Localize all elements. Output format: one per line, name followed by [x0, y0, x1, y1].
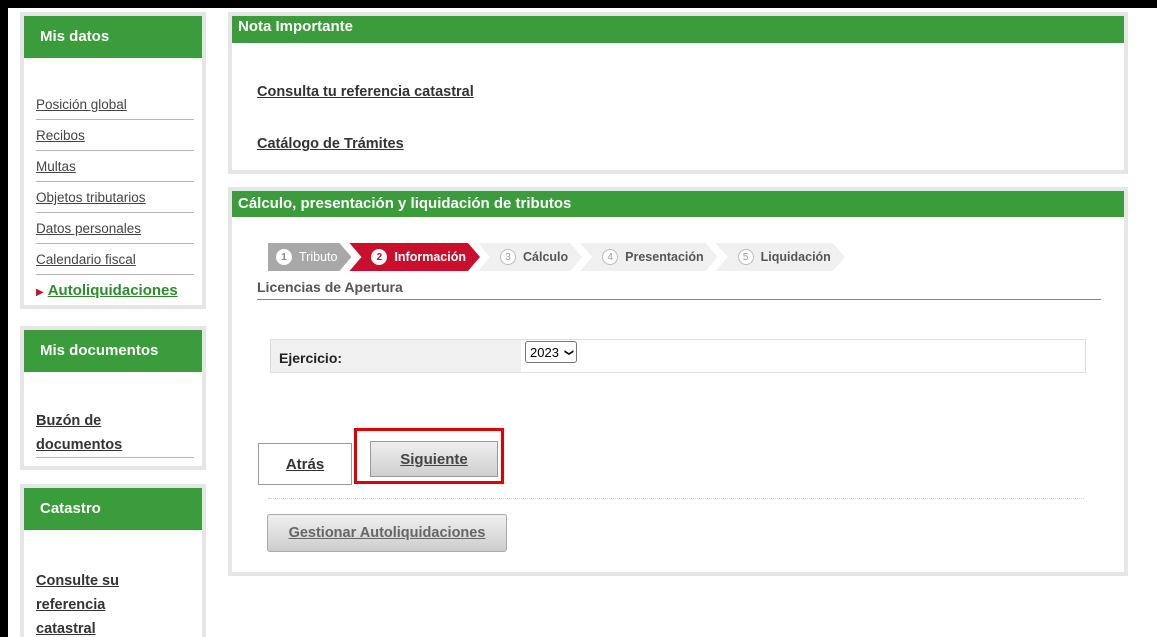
step-liquidacion: 5 Liquidación	[716, 243, 845, 271]
nota-importante-box: Nota Importante Consulta tu referencia c…	[228, 12, 1128, 174]
step-calculo: 3 Cálculo	[478, 243, 582, 271]
sidebar-item-datos-personales[interactable]: Datos personales	[36, 213, 194, 244]
sidebar-item-objetos-tributarios[interactable]: Objetos tributarios	[36, 182, 194, 213]
section-subtitle: Licencias de Apertura	[257, 279, 1101, 300]
mis-datos-header: Mis datos	[24, 16, 202, 58]
ejercicio-value-cell: 2023 ❯	[521, 340, 1085, 372]
mis-documentos-panel: Mis documentos Buzón de documentos	[20, 326, 206, 470]
step-label: Presentación	[625, 250, 704, 264]
sidebar-item-label: Autoliquidaciones	[47, 282, 178, 299]
sidebar-item-multas[interactable]: Multas	[36, 151, 194, 182]
mis-documentos-header: Mis documentos	[24, 330, 202, 372]
link-line: catastral	[36, 621, 96, 637]
link-line: Buzón de	[36, 413, 102, 429]
step-tributo: 1 Tributo	[268, 243, 351, 271]
ejercicio-label: Ejercicio:	[271, 340, 521, 372]
gestionar-autoliquidaciones-button[interactable]: Gestionar Autoliquidaciones	[267, 514, 507, 552]
ejercicio-row: Ejercicio: 2023 ❯	[270, 339, 1086, 373]
caret-right-icon: ▶	[36, 287, 44, 298]
top-border	[0, 0, 1157, 8]
highlight-box	[354, 428, 504, 484]
catalogo-tramites-link[interactable]: Catálogo de Trámites	[257, 136, 404, 152]
sidebar-item-calendario-fiscal[interactable]: Calendario fiscal	[36, 244, 194, 275]
chevron-down-icon: ❯	[564, 348, 575, 356]
consulta-referencia-catastral-link[interactable]: Consulta tu referencia catastral	[257, 84, 474, 100]
step-number: 2	[371, 249, 387, 265]
catastro-header: Catastro	[24, 488, 202, 530]
step-informacion: 2 Información	[349, 243, 480, 271]
link-line: referencia	[36, 597, 106, 613]
ejercicio-select[interactable]: 2023 ❯	[525, 341, 578, 363]
sidebar-item-autoliquidaciones[interactable]: ▶ Autoliquidaciones	[36, 275, 194, 306]
select-value: 2023	[530, 344, 559, 360]
sidebar-item-recibos[interactable]: Recibos	[36, 120, 194, 151]
step-number: 3	[500, 249, 516, 265]
step-number: 1	[276, 249, 292, 265]
step-label: Información	[394, 250, 466, 264]
step-label: Liquidación	[760, 250, 831, 264]
consulte-referencia-catastral-link[interactable]: Consulte su referencia catastral	[36, 569, 192, 637]
link-line: documentos	[36, 437, 123, 453]
nota-importante-header: Nota Importante	[232, 16, 1124, 43]
divider	[268, 498, 1084, 499]
link-line: Consulte su	[36, 573, 119, 589]
step-presentacion: 4 Presentación	[580, 243, 718, 271]
mis-datos-panel: Mis datos Posición global Recibos Multas…	[20, 12, 206, 309]
step-label: Cálculo	[523, 250, 569, 264]
buzon-documentos-link[interactable]: Buzón de documentos	[36, 409, 194, 458]
step-number: 4	[602, 249, 618, 265]
step-number: 5	[738, 249, 754, 265]
left-border	[0, 0, 8, 637]
wizard-steps: 1 Tributo 2 Información 3 Cálculo 4 Pres…	[268, 243, 843, 271]
catastro-panel: Catastro Consulte su referencia catastra…	[20, 484, 206, 637]
atras-button[interactable]: Atrás	[258, 443, 352, 485]
sidebar-item-posicion-global[interactable]: Posición global	[36, 89, 194, 120]
step-label: Tributo	[299, 250, 338, 264]
calculo-box: Cálculo, presentación y liquidación de t…	[228, 187, 1128, 576]
calculo-header: Cálculo, presentación y liquidación de t…	[232, 191, 1124, 217]
